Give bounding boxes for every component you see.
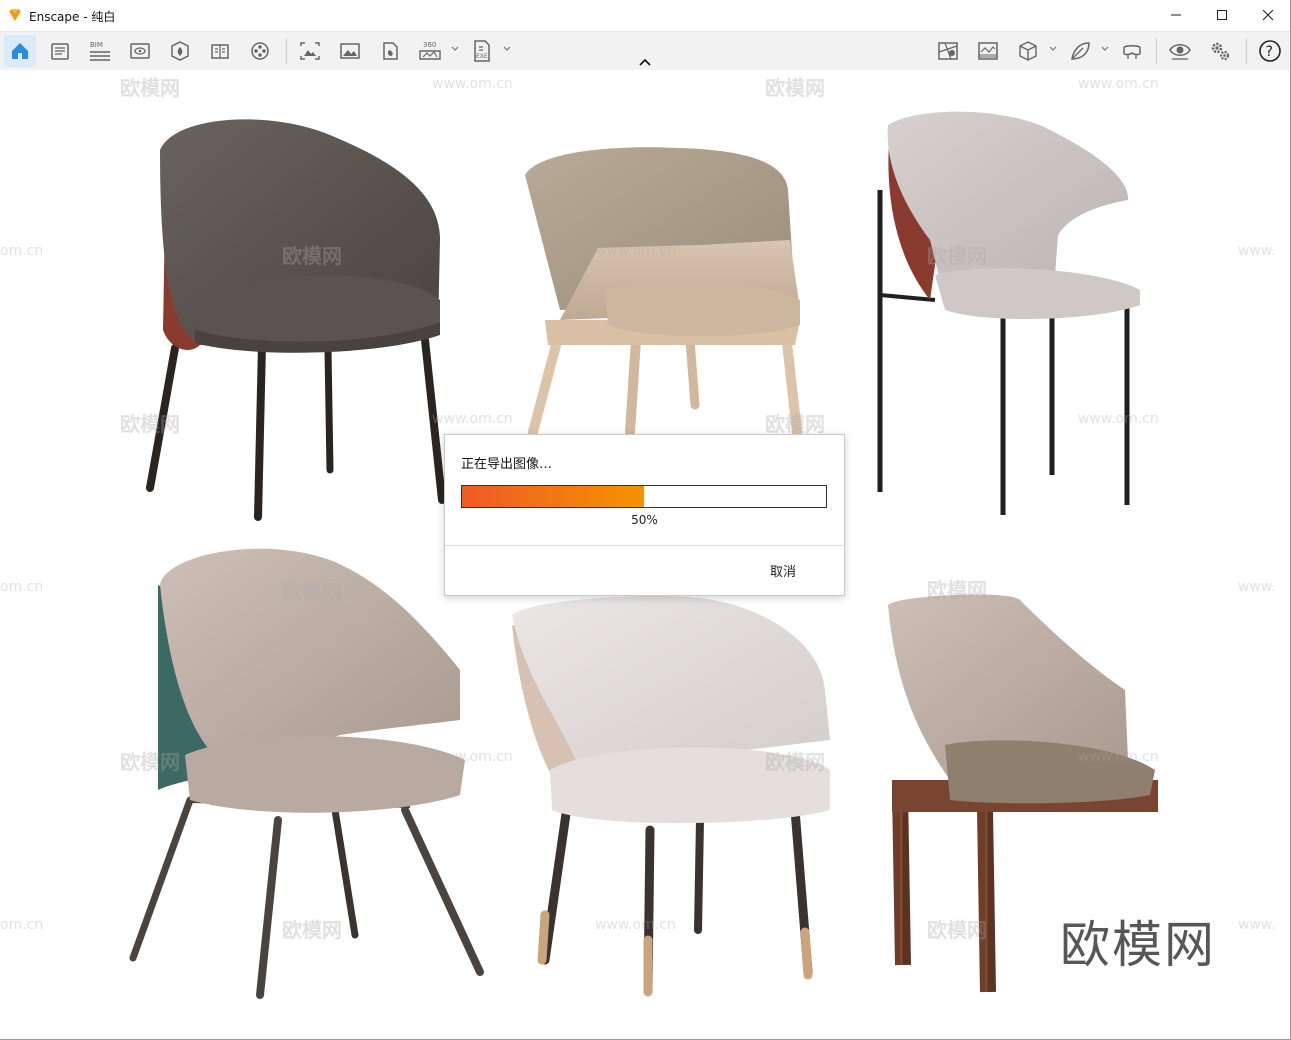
panorama-icon (383, 42, 398, 60)
toolbar-button-map[interactable] (932, 35, 964, 67)
chair-taupe-leather (525, 147, 802, 437)
watermark-logo-text: 欧模网 (927, 244, 987, 268)
chevron-down-icon[interactable] (1048, 44, 1058, 54)
toolbar-button-video[interactable] (244, 35, 276, 67)
watermark-logo-text: 欧模网 (120, 750, 180, 774)
maximize-icon (1217, 10, 1227, 20)
export-progress-dialog: 正在导出图像… 50% 取消 (444, 434, 845, 596)
eye-settings-icon (1169, 44, 1191, 60)
image-icon (340, 43, 360, 59)
book-icon (211, 44, 229, 59)
toolbar-button-assets[interactable] (164, 35, 196, 67)
watermark-url-text: www.om.cn (432, 411, 513, 427)
chair-dark-grey (146, 119, 446, 521)
toolbar-button-book[interactable] (204, 35, 236, 67)
watermark-logo-text: 欧模网 (282, 918, 342, 942)
svg-text:EXE: EXE (476, 53, 488, 60)
image-grid-icon (978, 42, 998, 60)
film-reel-icon (251, 42, 269, 60)
watermark-logo-text: 欧模网 (765, 76, 825, 100)
map-icon (938, 42, 958, 60)
maximize-button[interactable] (1199, 0, 1245, 30)
eye-view-icon (130, 43, 150, 59)
toolbar-button-image-grid[interactable] (972, 35, 1004, 67)
close-icon (1262, 9, 1274, 21)
toolbar-button-panorama[interactable] (374, 35, 406, 67)
toolbar-button-vr[interactable] (1116, 35, 1148, 67)
watermark-url-fragment: www. (1238, 579, 1276, 595)
window-title: Enscape - 纯白 (29, 10, 116, 24)
watermark-url-text: www.om.cn (1078, 749, 1159, 765)
toolbar-button-view[interactable] (124, 35, 156, 67)
leaf-icon (1071, 42, 1090, 60)
toolbar-button-document[interactable] (44, 35, 76, 67)
asset-library-icon (171, 41, 189, 61)
help-button[interactable]: ? (1254, 35, 1286, 67)
watermark-url-fragment: om.cn (0, 917, 44, 933)
screenshot-icon (300, 42, 320, 60)
toolbar-button-eye-settings[interactable] (1164, 35, 1196, 67)
watermark-url-fragment: om.cn (0, 243, 44, 259)
toolbar-separator (1246, 38, 1247, 64)
cube-icon (1019, 41, 1037, 61)
chevron-down-icon[interactable] (450, 44, 460, 54)
watermark-logo-large: 欧模网 (1060, 916, 1216, 974)
watermark-logo-text: 欧模网 (282, 244, 342, 268)
toolbar-button-image[interactable] (334, 35, 366, 67)
watermark-logo-text: 欧模网 (120, 412, 180, 436)
watermark-logo-text: 欧模网 (120, 76, 180, 100)
gears-icon (1211, 42, 1230, 61)
toolbar-button-settings[interactable] (1204, 35, 1236, 67)
minimize-button[interactable] (1153, 0, 1199, 30)
watermark-url-fragment: www. (1238, 917, 1276, 933)
toolbar-separator (286, 38, 287, 64)
watermark-logo-text: 欧模网 (282, 580, 342, 604)
collapse-toolbar-chevron-icon[interactable] (636, 56, 654, 70)
toolbar-separator (1156, 38, 1157, 64)
bim-icon: BIM (90, 41, 110, 61)
svg-text:360: 360 (423, 41, 436, 49)
watermark-logo-text: 欧模网 (765, 750, 825, 774)
progress-percentage: 50% (631, 513, 658, 527)
toolbar-button-cube[interactable] (1012, 35, 1044, 67)
close-button[interactable] (1245, 0, 1291, 30)
cancel-button[interactable]: 取消 (770, 561, 796, 580)
watermark-logo-text: 欧模网 (927, 918, 987, 942)
watermark-url-text: www.om.cn (1078, 411, 1159, 427)
watermark-url-fragment: www. (1238, 243, 1276, 259)
chevron-down-icon[interactable] (1100, 44, 1110, 54)
watermark-url-text: www.om.cn (432, 76, 513, 92)
dialog-divider (445, 545, 844, 546)
enscape-logo-icon (9, 9, 21, 21)
progress-bar-fill (462, 486, 644, 507)
svg-text:?: ? (1266, 44, 1273, 60)
watermark-logo-text: 欧模网 (765, 412, 825, 436)
minimize-icon (1171, 14, 1181, 16)
toolbar-button-leaf[interactable] (1064, 35, 1096, 67)
toolbar-button-exe[interactable]: EXE (466, 35, 498, 67)
chevron-down-icon[interactable] (502, 44, 512, 54)
progress-bar (461, 485, 827, 508)
toolbar-button-360[interactable]: 360 (414, 35, 446, 67)
watermark-logo-text: 欧模网 (927, 578, 987, 602)
dialog-title: 正在导出图像… (461, 457, 553, 472)
watermark-url-text: www.om.cn (595, 243, 676, 259)
svg-text:BIM: BIM (90, 41, 103, 49)
home-icon (12, 43, 28, 59)
vr-headset-icon (1123, 45, 1141, 59)
watermark-url-text: www.om.cn (432, 749, 513, 765)
help-icon: ? (1259, 40, 1281, 62)
home-button[interactable] (4, 35, 36, 67)
title-bar: Enscape - 纯白 (0, 0, 1291, 32)
watermark-url-text: www.om.cn (595, 917, 676, 933)
toolbar-button-bim[interactable]: BIM (84, 35, 116, 67)
document-icon (51, 43, 69, 60)
exe-export-icon: EXE (474, 40, 490, 62)
watermark-url-text: www.om.cn (1078, 76, 1159, 92)
toolbar-button-screenshot[interactable] (294, 35, 326, 67)
chair-light-grey-metal (877, 111, 1140, 515)
watermark-url-fragment: om.cn (0, 579, 44, 595)
360-export-icon: 360 (419, 41, 441, 60)
